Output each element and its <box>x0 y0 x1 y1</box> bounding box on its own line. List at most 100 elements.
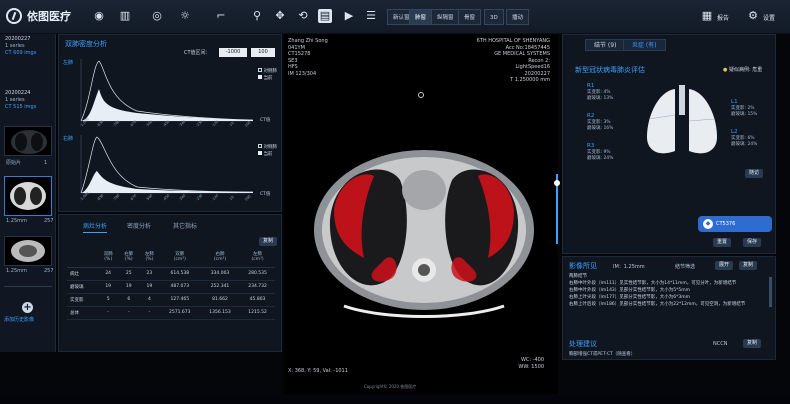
column-header: 双肺 (cm³) <box>159 247 200 268</box>
logo-icon <box>6 8 22 24</box>
divider <box>4 286 52 287</box>
rotate-icon[interactable]: ⟲ <box>296 9 310 23</box>
series-group-1[interactable]: 20200227 1 series CT 609 imgs <box>5 36 36 57</box>
x-ticks-left: -1,000 -830 -780 -670 -560 -450 -340 -230 -120 -1… <box>75 117 255 133</box>
suggestion-text: 胸部增强CT或PET-CT（随查看） <box>569 352 636 357</box>
table-row: 病灶 24 25 23 614.538 334.003 280.535 <box>67 267 275 281</box>
bottom-bar <box>0 394 790 404</box>
column-header: 左肺 (cm³) <box>240 247 275 268</box>
suggestion-title: 处理建议 <box>569 340 597 348</box>
nodule-filter-select[interactable]: 结节筛选 <box>675 263 695 270</box>
ct-slice-image <box>314 150 534 318</box>
tab-other-metrics[interactable]: 其它指标 <box>173 221 197 230</box>
thumb-label-row-3: 1.25mm 257 <box>6 268 54 274</box>
column-header: 双肺 (%) <box>97 247 119 268</box>
window-level: WC: -400 WW: 1500 <box>518 357 544 370</box>
scrollbar-thumb[interactable] <box>554 180 560 186</box>
tab-inflammation[interactable]: 炎症 (有) <box>623 39 666 51</box>
right-lung-histogram <box>80 135 254 194</box>
add-series-icon[interactable]: + <box>22 302 33 313</box>
copy-findings-button[interactable]: 复制 <box>739 261 758 270</box>
series-group-2[interactable]: 20200224 1 series CT 515 imgs <box>5 90 36 111</box>
analysis-table: 双肺 (%) 右肺 (%) 左肺 (%) 双肺 (cm³) 右肺 (cm³) 左… <box>67 247 275 320</box>
copy-suggestion-button[interactable]: 复制 <box>743 339 762 348</box>
study-info: 6TH HOSPITAL OF SHENYANG Acc No:18457445… <box>476 38 550 83</box>
patient-info: Zhang Zhi Song 041YM CT15278 SE3 HFS IM … <box>288 38 328 77</box>
thumb-label-row-2: 1.25mm 257 <box>6 218 54 224</box>
record-icon[interactable]: ◉ <box>92 9 106 23</box>
tab-3d[interactable]: 3D <box>484 9 504 25</box>
zoom-icon[interactable]: ⚲ <box>250 9 264 23</box>
orientation-marker-icon <box>418 92 424 98</box>
findings-text: 两肺结节 右肺中叶外段（Im111）见实性结节影，大小为14*11mm，可见分叶… <box>569 274 746 307</box>
cursor-readout: X: 368, Y: 59, Val: -1011 <box>288 367 348 374</box>
series-sidebar: 20200227 1 series CT 609 imgs 20200224 1… <box>0 34 56 352</box>
ct-max-input[interactable]: 100 <box>251 48 275 57</box>
left-lung-label: 左肺 <box>63 60 74 66</box>
series-thumbnail-2[interactable] <box>4 176 52 216</box>
ruler-icon[interactable]: ▥ <box>118 9 132 23</box>
region-r2: R2 实变影: 3% 磨玻璃: 16% <box>587 113 614 131</box>
right-lung-label: 右肺 <box>63 136 74 142</box>
analysis-panel: 病灶分析 密度分析 其它指标 复制 双肺 (%) 右肺 (%) 左肺 (%) 双… <box>58 214 282 352</box>
report-icon[interactable]: ▦ <box>700 9 714 23</box>
report-button[interactable]: 报告 <box>717 13 729 22</box>
gear-icon[interactable]: ⚙ <box>746 9 760 23</box>
table-row: 实变影 5 6 4 127.465 81.662 45.803 <box>67 293 275 307</box>
tab-nodules[interactable]: 结节 (9) <box>585 39 626 51</box>
table-row: 磨玻璃 19 19 19 487.073 252.341 234.732 <box>67 280 275 294</box>
slice-thickness-label: IM：1.25mm <box>613 264 645 270</box>
lung-density-panel: 双肺密度分析 CT值区间： -1000 100 左肺 右肺 对侧肺 当前 对侧肺… <box>58 34 282 212</box>
x-ticks-right: -1,000 -830 -780 -670 -560 -450 -340 -230 -120 -1… <box>75 191 255 207</box>
lung-3d-model <box>647 85 717 154</box>
ct-range-label: CT值区间： <box>184 50 211 56</box>
tab-animate[interactable]: 播动 <box>506 9 530 25</box>
app-name: 依图医疗 <box>27 10 71 23</box>
top-toolbar: 依图医疗 ◉ ▥ ◎ ☼ ⌐ ⚲ ✥ ⟲ ▤ ▶ ☰ 新认窗 肺窗 纵隔窗 骨窗… <box>0 0 790 34</box>
assessment-title: 新型冠状病毒肺炎评估 <box>575 66 645 74</box>
layout-icon[interactable]: ▤ <box>318 9 332 23</box>
findings-scrollbar[interactable] <box>769 277 772 307</box>
table-header-row: 双肺 (%) 右肺 (%) 左肺 (%) 双肺 (cm³) 右肺 (cm³) 左… <box>67 247 275 268</box>
table-row: 总体 - - -2571.673 1356.153 1215.52 <box>67 306 275 320</box>
region-l2: L2 实变影: 6% 磨玻璃: 24% <box>731 129 758 147</box>
column-header <box>67 247 98 268</box>
series-thumbnail-1[interactable] <box>4 126 52 156</box>
reset-button[interactable]: 重置 <box>713 238 732 247</box>
tab-window-2[interactable]: 纵隔窗 <box>431 9 460 25</box>
findings-title: 影像所见 <box>569 262 597 270</box>
tab-density-analysis[interactable]: 密度分析 <box>127 221 151 230</box>
column-header: 右肺 (%) <box>118 247 140 268</box>
crop-icon[interactable]: ⌐ <box>214 9 228 23</box>
move-icon[interactable]: ✥ <box>273 9 287 23</box>
legend-right: 对侧肺 当前 <box>258 144 277 158</box>
save-button[interactable]: 保存 <box>743 238 762 247</box>
brightness-icon[interactable]: ☼ <box>178 9 192 23</box>
add-series-button[interactable]: 添加历史影像 <box>4 317 34 324</box>
ct-axis-label: CT值 <box>260 118 271 123</box>
shield-icon: ◆ <box>703 219 713 229</box>
copyright: Copyright© 2020 依图医疗 <box>364 383 417 389</box>
follow-up-button[interactable]: 随访 <box>745 169 764 178</box>
findings-panel: 影像所见 IM：1.25mm 结节筛选 展开 复制 两肺结节 右肺中叶外段（Im… <box>562 256 776 360</box>
eye-icon[interactable]: ◎ <box>150 9 164 23</box>
thumb-label-row-1: 原始片 1 <box>6 160 48 166</box>
play-icon[interactable]: ▶ <box>342 9 356 23</box>
region-l1: L1 实变影: 2% 磨玻璃: 15% <box>731 99 758 117</box>
assessment-panel: 结节 (9) 炎症 (有) 新型冠状病毒肺炎评估 ● 疑似病例: 危重 R1 实变… <box>562 34 776 254</box>
guideline-select[interactable]: NCCN <box>713 341 727 347</box>
tab-window-3[interactable]: 骨窗 <box>458 9 482 25</box>
app-logo: 依图医疗 <box>6 8 71 24</box>
ct-min-input[interactable]: -1000 <box>219 48 247 57</box>
suspected-tag: ● 疑似病例: 危重 <box>723 67 763 73</box>
column-header: 右肺 (cm³) <box>199 247 241 268</box>
list-icon[interactable]: ☰ <box>364 9 378 23</box>
tab-lesion-analysis[interactable]: 病灶分析 <box>83 221 108 233</box>
copy-button[interactable]: 复制 <box>259 237 278 246</box>
series-thumbnail-3[interactable] <box>4 236 52 266</box>
expand-button[interactable]: 展开 <box>715 261 734 270</box>
legend-left: 对侧肺 当前 <box>258 68 277 82</box>
settings-button[interactable]: 设置 <box>763 13 775 22</box>
ct-viewer[interactable]: Zhang Zhi Song 041YM CT15278 SE3 HFS IM … <box>284 34 560 394</box>
tab-window-1[interactable]: 肺窗 <box>409 9 433 25</box>
